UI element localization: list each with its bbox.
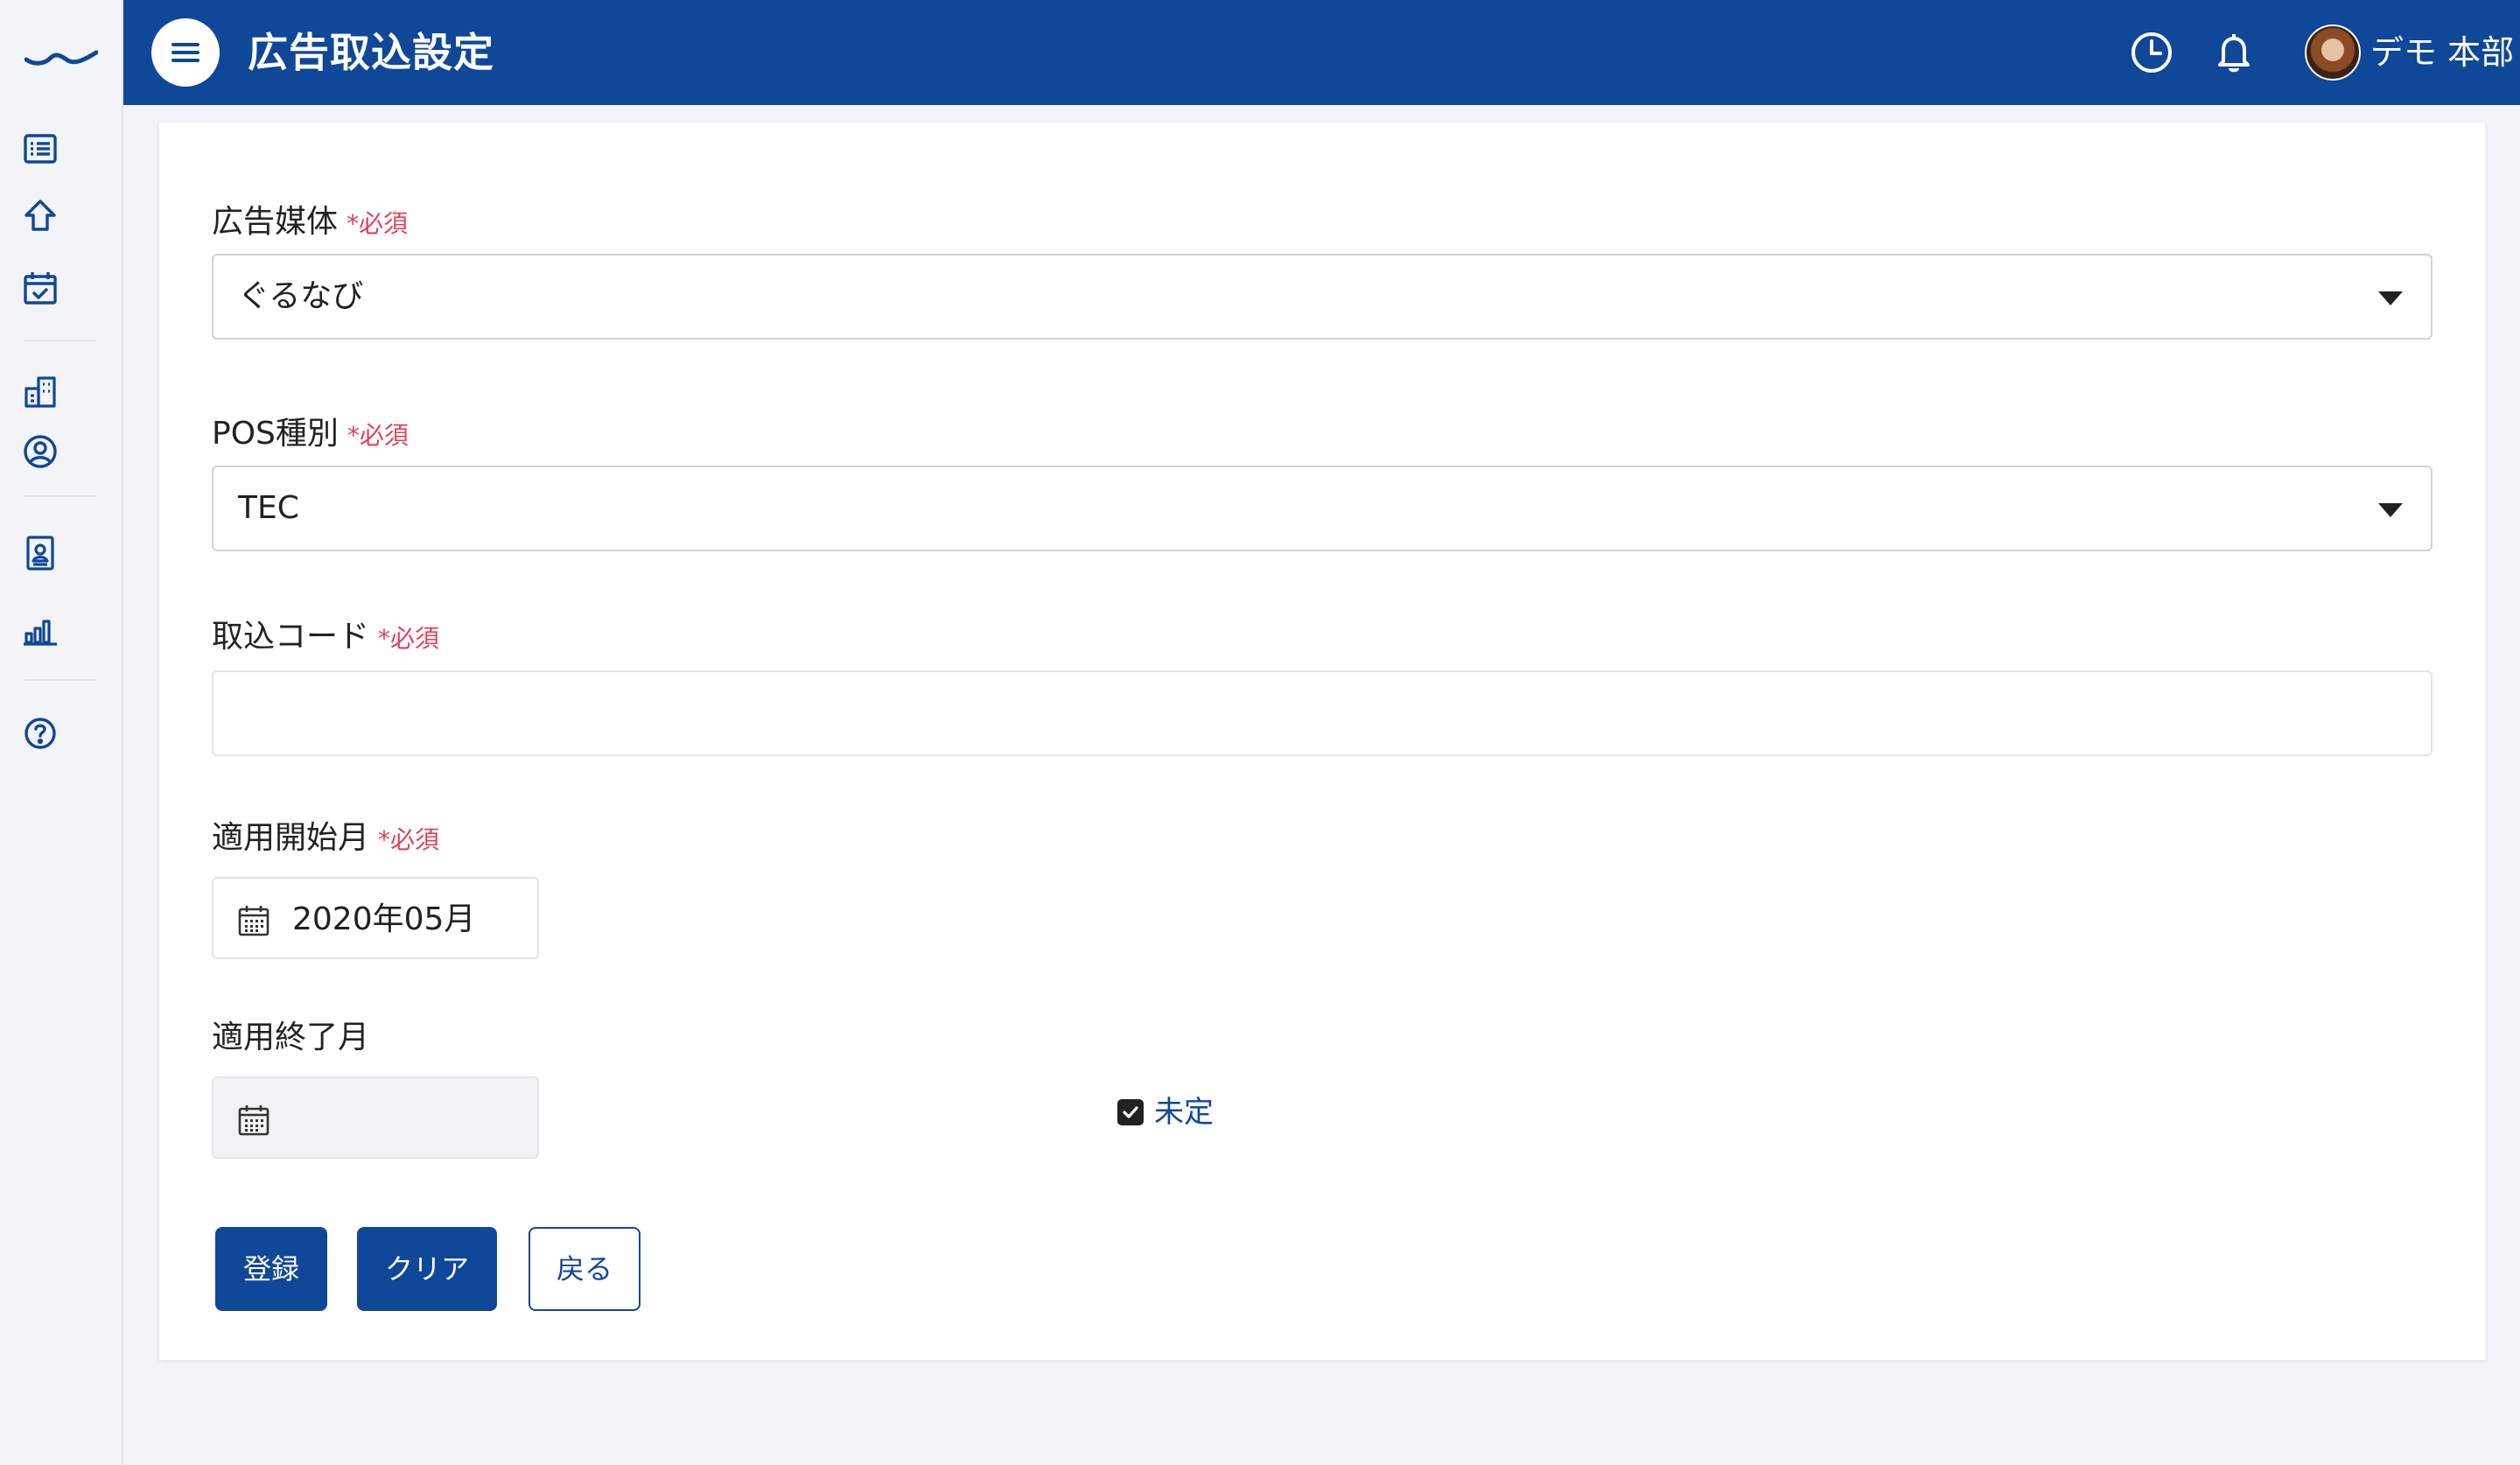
checkbox-checked-icon[interactable] [1117, 1099, 1144, 1125]
clock-icon[interactable] [2127, 28, 2176, 77]
user-circle-icon[interactable] [19, 431, 61, 473]
register-button[interactable]: 登録 [215, 1227, 327, 1311]
top-bar: 広告取込設定 デモ 本部 [123, 0, 2520, 105]
list-icon[interactable] [19, 128, 61, 170]
pos-select[interactable]: TEC [212, 466, 2432, 551]
required-mark: *必須 [346, 421, 409, 450]
sidebar-divider [24, 340, 96, 341]
back-button[interactable]: 戻る [528, 1227, 640, 1311]
required-mark: *必須 [346, 209, 409, 238]
undetermined-label[interactable]: 未定 [1154, 1091, 1214, 1133]
required-mark: *必須 [378, 624, 440, 653]
calendar-icon [236, 1103, 271, 1138]
home-icon[interactable] [19, 194, 61, 236]
media-select[interactable]: ぐるなび [212, 254, 2432, 340]
building-icon[interactable] [19, 371, 61, 413]
required-mark: *必須 [378, 825, 440, 854]
bell-icon[interactable] [2209, 28, 2258, 77]
end-month-picker[interactable] [212, 1076, 539, 1159]
avatar[interactable] [2305, 25, 2361, 81]
pos-label-text: POS種別 [212, 416, 339, 452]
end-month-label-text: 適用終了月 [212, 1020, 370, 1055]
import-code-label: 取込コード *必須 [212, 616, 439, 660]
sidebar-divider [24, 495, 96, 497]
form-card: 広告媒体 *必須 ぐるなび POS種別 *必須 TEC 取込コード *必須 適用開始月… [159, 123, 2485, 1360]
caret-down-icon [2378, 503, 2403, 517]
pos-label: POS種別 *必須 [212, 413, 409, 457]
brand-logo[interactable] [24, 35, 99, 70]
start-month-value: 2020年05月 [292, 901, 476, 937]
bar-chart-icon[interactable] [19, 609, 61, 651]
caret-down-icon [2378, 291, 2403, 305]
media-select-value: ぐるなび [238, 278, 364, 314]
media-label: 広告媒体 *必須 [212, 201, 408, 245]
import-code-label-text: 取込コード [212, 619, 370, 655]
page-title: 広告取込設定 [248, 29, 494, 76]
media-label-text: 広告媒体 [212, 204, 339, 240]
pos-select-value: TEC [238, 490, 299, 526]
start-month-picker[interactable]: 2020年05月 [212, 877, 539, 959]
end-month-label: 適用終了月 [212, 1017, 369, 1059]
menu-button[interactable] [151, 18, 220, 87]
calendar-check-icon[interactable] [19, 268, 61, 310]
import-code-input[interactable] [212, 670, 2432, 756]
hamburger-menu-icon [172, 43, 200, 62]
calendar-icon [236, 903, 271, 938]
start-month-label-text: 適用開始月 [212, 820, 370, 856]
undetermined-checkbox[interactable]: 未定 [1117, 1091, 1214, 1133]
start-month-label: 適用開始月 *必須 [212, 817, 439, 861]
sidebar-divider [24, 679, 96, 681]
clear-button[interactable]: クリア [357, 1227, 497, 1311]
user-name[interactable]: デモ 本部 [2370, 30, 2514, 75]
sidebar [0, 0, 123, 1465]
id-badge-icon[interactable] [19, 532, 61, 574]
help-circle-icon[interactable] [19, 712, 61, 754]
